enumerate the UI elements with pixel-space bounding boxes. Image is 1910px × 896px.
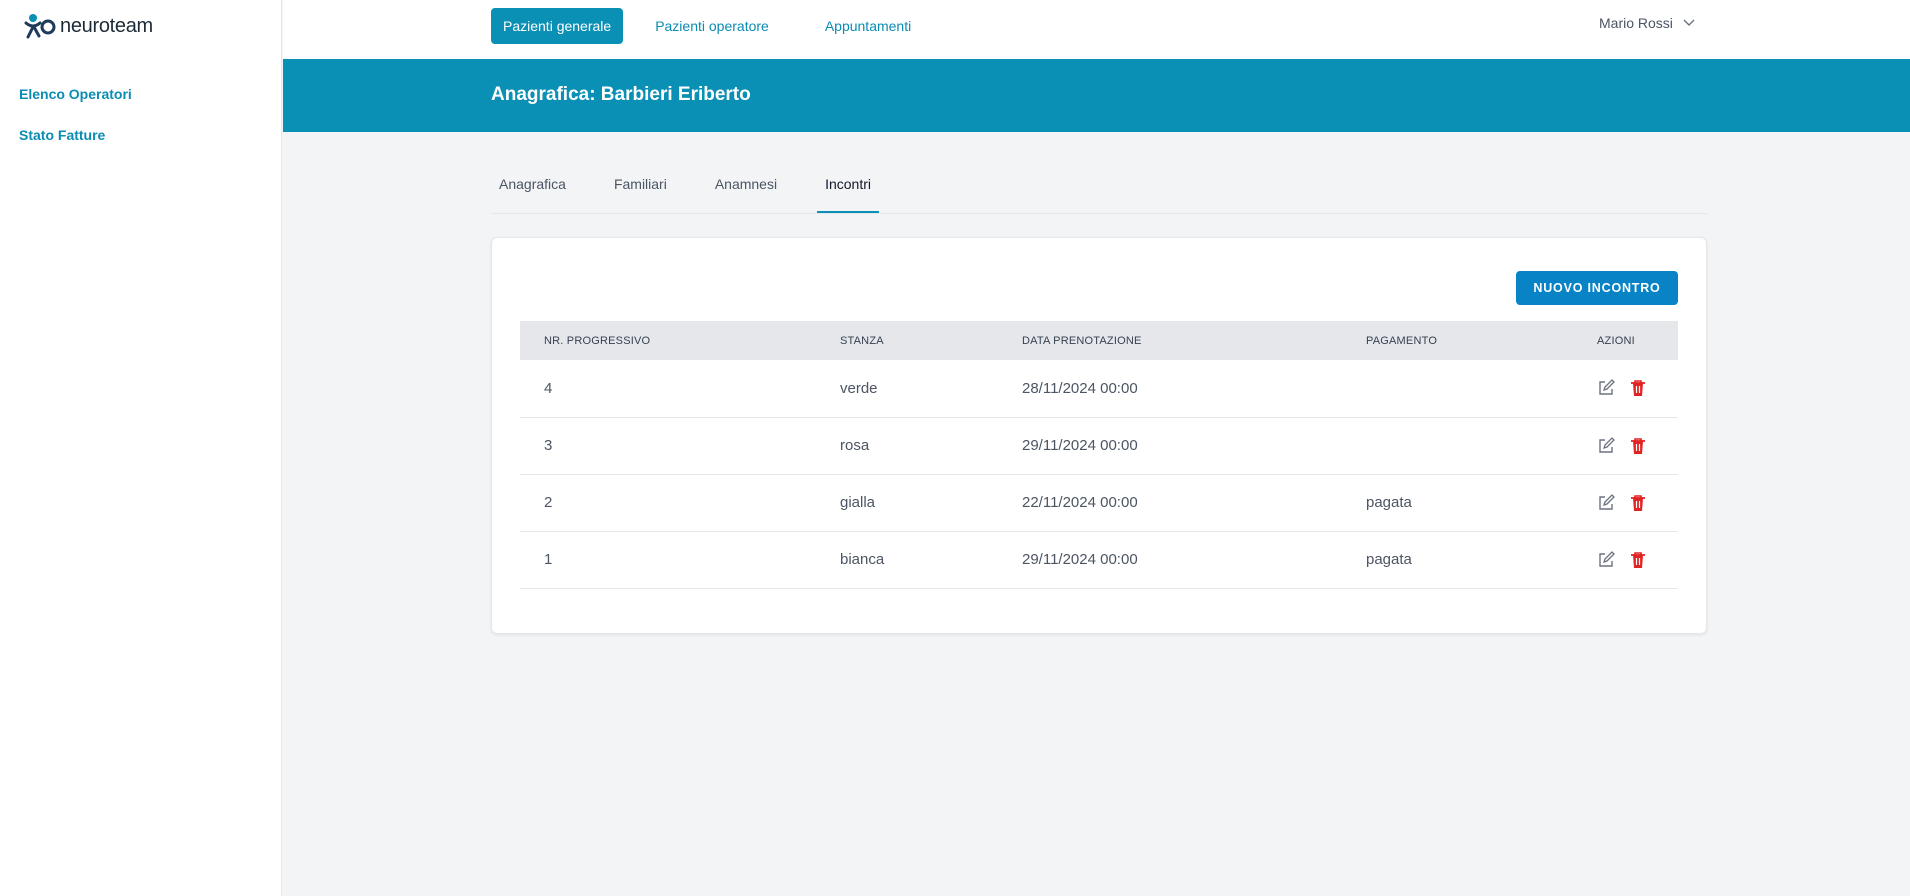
table-row: 1 bianca 29/11/2024 00:00 pagata	[520, 531, 1678, 589]
cell-pagamento	[1366, 360, 1577, 418]
tab-familiari[interactable]: Familiari	[606, 160, 675, 213]
cell-nr: 3	[520, 417, 840, 475]
logo[interactable]: neuroteam	[24, 12, 153, 40]
tab-anamnesi[interactable]: Anamnesi	[707, 160, 785, 213]
logo-text: neuroteam	[60, 14, 153, 37]
cell-azioni	[1577, 417, 1678, 475]
header-band: Anagrafica: Barbieri Eriberto	[283, 59, 1910, 132]
cell-nr: 4	[520, 360, 840, 418]
trash-icon[interactable]	[1629, 379, 1647, 397]
trash-icon[interactable]	[1629, 437, 1647, 455]
page-title: Anagrafica: Barbieri Eriberto	[491, 84, 751, 105]
column-header-stanza[interactable]: STANZA	[840, 321, 1022, 360]
sidebar: neuroteam Elenco Operatori Stato Fatture	[0, 0, 282, 896]
top-bar: Pazienti generale Pazienti operatore App…	[283, 0, 1910, 59]
table-row: 3 rosa 29/11/2024 00:00	[520, 417, 1678, 475]
edit-icon[interactable]	[1597, 493, 1615, 512]
incontri-table: NR. PROGRESSIVO STANZA DATA PRENOTAZIONE…	[520, 321, 1678, 589]
column-header-data[interactable]: DATA PRENOTAZIONE	[1022, 321, 1366, 360]
tab-anagrafica[interactable]: Anagrafica	[491, 160, 574, 213]
incontri-card: NUOVO INCONTRO NR. PROGRESSIVO STANZA DA…	[491, 237, 1707, 634]
trash-icon[interactable]	[1629, 551, 1647, 569]
nav-appuntamenti[interactable]: Appuntamenti	[825, 8, 911, 44]
user-menu[interactable]: Mario Rossi	[1599, 15, 1695, 31]
cell-stanza: verde	[840, 360, 1022, 418]
sidebar-item-elenco-operatori[interactable]: Elenco Operatori	[19, 86, 132, 102]
trash-icon[interactable]	[1629, 494, 1647, 512]
cell-data: 28/11/2024 00:00	[1022, 360, 1366, 418]
sidebar-item-stato-fatture[interactable]: Stato Fatture	[19, 127, 132, 143]
nuovo-incontro-button[interactable]: NUOVO INCONTRO	[1516, 271, 1678, 305]
cell-azioni	[1577, 474, 1678, 532]
table-header-row: NR. PROGRESSIVO STANZA DATA PRENOTAZIONE…	[520, 321, 1678, 360]
user-name: Mario Rossi	[1599, 15, 1673, 31]
column-header-nr[interactable]: NR. PROGRESSIVO	[520, 321, 840, 360]
cell-nr: 2	[520, 474, 840, 532]
table-row: 4 verde 28/11/2024 00:00	[520, 360, 1678, 418]
cell-pagamento: pagata	[1366, 531, 1577, 589]
tab-incontri[interactable]: Incontri	[817, 160, 880, 213]
column-header-pagamento[interactable]: PAGAMENTO	[1366, 321, 1577, 360]
cell-stanza: rosa	[840, 417, 1022, 475]
logo-icon	[24, 14, 56, 39]
edit-icon[interactable]	[1597, 379, 1615, 397]
side-nav: Elenco Operatori Stato Fatture	[19, 86, 132, 168]
cell-data: 29/11/2024 00:00	[1022, 417, 1366, 475]
cell-pagamento	[1366, 417, 1577, 475]
table-row: 2 gialla 22/11/2024 00:00 pagata	[520, 474, 1678, 532]
cell-stanza: gialla	[840, 474, 1022, 532]
column-header-azioni: AZIONI	[1597, 334, 1635, 347]
tab-bar: Anagrafica Familiari Anamnesi Incontri	[491, 160, 1707, 214]
nav-pazienti-operatore[interactable]: Pazienti operatore	[655, 8, 769, 44]
cell-nr: 1	[520, 531, 840, 589]
cell-azioni	[1577, 360, 1678, 418]
edit-icon[interactable]	[1597, 550, 1615, 569]
top-nav: Pazienti generale Pazienti operatore App…	[491, 8, 967, 44]
cell-stanza: bianca	[840, 531, 1022, 589]
cell-azioni	[1577, 531, 1678, 589]
cell-pagamento: pagata	[1366, 474, 1577, 532]
nav-pazienti-generale[interactable]: Pazienti generale	[491, 8, 624, 44]
cell-data: 22/11/2024 00:00	[1022, 474, 1366, 532]
cell-data: 29/11/2024 00:00	[1022, 531, 1366, 589]
chevron-down-icon	[1683, 19, 1695, 26]
edit-icon[interactable]	[1597, 436, 1615, 455]
